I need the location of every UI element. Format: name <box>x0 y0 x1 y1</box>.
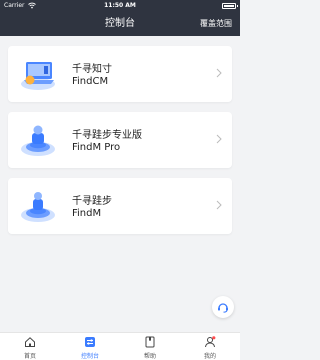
product-card-findm-pro[interactable]: 千寻跬步专业版 FindM Pro <box>8 112 232 168</box>
status-bar: Carrier 11:50 AM <box>0 0 240 12</box>
tab-help[interactable]: 帮助 <box>120 333 180 360</box>
product-sub: FindM <box>72 208 102 219</box>
tab-console[interactable]: 控制台 <box>60 333 120 360</box>
headset-icon <box>218 303 228 313</box>
chevron-right-icon <box>216 200 222 210</box>
coverage-button[interactable]: 覆盖范围 <box>200 12 232 36</box>
tab-label: 控制台 <box>80 353 99 360</box>
tab-label: 我的 <box>203 353 216 360</box>
product-name: 千寻跬步 <box>72 196 112 207</box>
product-sub: FindCM <box>72 76 109 87</box>
findcm-icon <box>21 62 55 90</box>
chevron-right-icon <box>216 68 222 78</box>
tab-label: 首页 <box>23 353 36 360</box>
findm-icon <box>21 192 55 222</box>
product-name: 千寻跬步专业版 <box>72 130 142 141</box>
nav-bar: 控制台 覆盖范围 <box>0 12 240 36</box>
product-sub: FindM Pro <box>72 142 121 153</box>
product-card-findm[interactable]: 千寻跬步 FindM <box>8 178 232 234</box>
tab-me[interactable]: 我的 <box>180 333 240 360</box>
tab-bar: 首页 控制台 帮助 我的 <box>0 332 240 360</box>
clock: 11:50 AM <box>104 2 136 9</box>
user-icon <box>205 336 216 348</box>
tab-home[interactable]: 首页 <box>0 333 60 360</box>
book-icon <box>145 336 155 348</box>
customer-service-button[interactable] <box>212 296 234 318</box>
home-icon <box>25 337 35 347</box>
product-card-findcm[interactable]: 千寻知寸 FindCM <box>8 46 232 102</box>
chevron-right-icon <box>216 134 222 144</box>
battery-icon <box>222 3 238 9</box>
top-bar: Carrier 11:50 AM 控制台 覆盖范围 <box>0 0 240 36</box>
product-name: 千寻知寸 <box>72 64 112 75</box>
console-icon <box>85 337 95 347</box>
tab-label: 帮助 <box>143 353 156 360</box>
findm-pro-icon <box>21 125 55 156</box>
